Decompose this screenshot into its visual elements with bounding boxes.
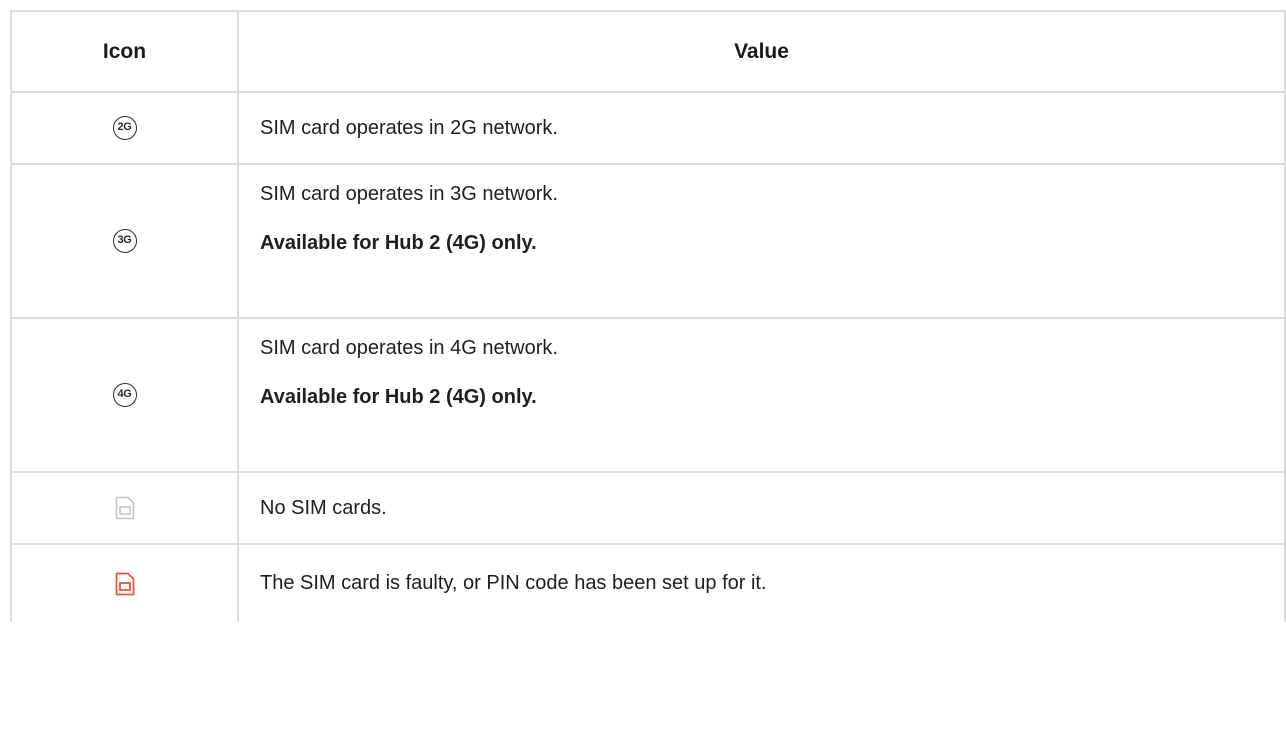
icon-cell <box>12 472 239 545</box>
icon-cell: 2G <box>12 92 239 165</box>
table-header-row: Icon Value <box>12 12 1286 93</box>
row-text: SIM card operates in 4G network. <box>260 337 558 359</box>
row-note: Available for Hub 2 (4G) only. <box>260 386 537 408</box>
table-row: The SIM card is faulty, or PIN code has … <box>12 544 1286 622</box>
row-text: SIM card operates in 2G network. <box>260 116 558 139</box>
faulty-sim-icon <box>115 572 135 595</box>
status-icons-table: Icon Value 2G SIM card operates in 2G ne… <box>12 12 1286 622</box>
value-cell: SIM card operates in 3G network. Availab… <box>238 164 1286 319</box>
header-icon: Icon <box>12 12 239 93</box>
row-text: SIM card operates in 3G network. <box>260 183 558 205</box>
table-row: 3G SIM card operates in 3G network. Avai… <box>12 164 1286 319</box>
icon-cell: 4G <box>12 318 239 473</box>
value-cell: SIM card operates in 2G network. <box>238 92 1286 165</box>
row-text: The SIM card is faulty, or PIN code has … <box>260 572 767 594</box>
table-row: No SIM cards. <box>12 472 1286 545</box>
2g-network-icon: 2G <box>112 116 137 140</box>
icon-cell: 3G <box>12 164 239 319</box>
row-note: Available for Hub 2 (4G) only. <box>260 232 537 254</box>
4g-network-icon: 4G <box>112 383 137 407</box>
table-row: 2G SIM card operates in 2G network. <box>12 92 1286 165</box>
value-cell: No SIM cards. <box>238 472 1286 545</box>
no-sim-icon <box>115 496 135 520</box>
3g-network-icon: 3G <box>112 229 137 253</box>
header-value: Value <box>238 12 1286 93</box>
table-row: 4G SIM card operates in 4G network. Avai… <box>12 318 1286 473</box>
icon-cell <box>12 544 239 622</box>
icon-value-table: Icon Value 2G SIM card operates in 2G ne… <box>10 10 1286 622</box>
value-cell: The SIM card is faulty, or PIN code has … <box>238 544 1286 622</box>
row-text: No SIM cards. <box>260 496 387 519</box>
value-cell: SIM card operates in 4G network. Availab… <box>238 318 1286 473</box>
